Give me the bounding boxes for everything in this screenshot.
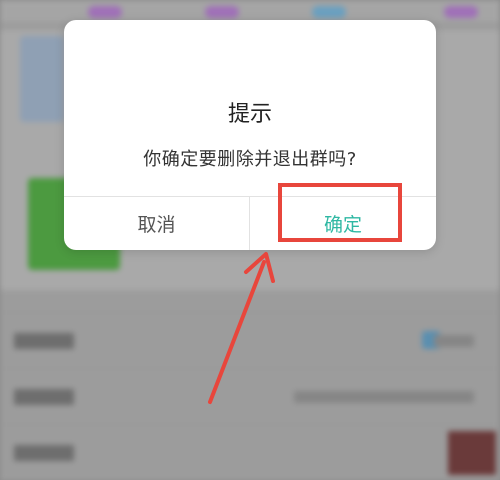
background-thumbnail <box>20 36 64 122</box>
annotation-highlight-box <box>278 183 402 242</box>
background-row-value <box>434 335 474 347</box>
cancel-button[interactable]: 取消 <box>64 197 249 250</box>
background-chip <box>312 6 346 18</box>
background-row-label <box>14 445 74 461</box>
background-chip <box>88 6 122 18</box>
dialog-message: 你确定要删除并退出群吗? <box>143 149 357 170</box>
background-chip <box>444 6 478 18</box>
background-row-value <box>294 391 474 403</box>
background-topbar <box>0 0 500 22</box>
background-row <box>0 312 500 369</box>
background-row <box>0 424 500 480</box>
dialog-title: 提示 <box>227 102 272 127</box>
background-chip <box>205 6 239 18</box>
background-row-label <box>14 389 74 405</box>
background-row <box>0 368 500 425</box>
background-row-label <box>14 333 74 349</box>
background-avatar <box>448 431 496 475</box>
screen: 提示 你确定要删除并退出群吗? 取消 确定 <box>0 0 500 480</box>
